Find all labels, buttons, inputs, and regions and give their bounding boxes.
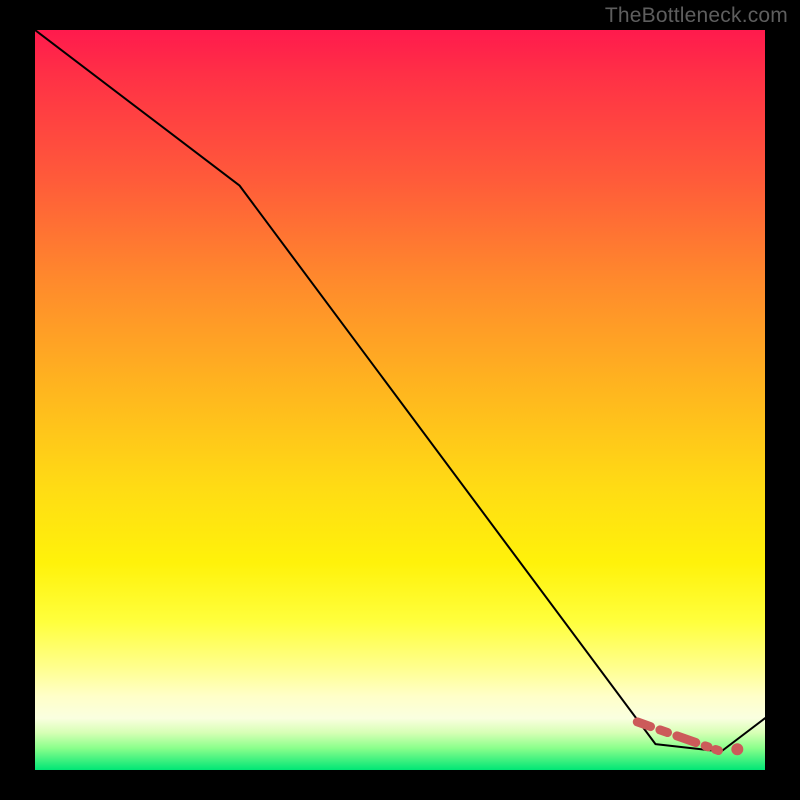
chart-overlay <box>35 30 765 770</box>
chart-stage: TheBottleneck.com <box>0 0 800 800</box>
highlight-end-dot <box>731 743 743 755</box>
watermark-text: TheBottleneck.com <box>605 4 788 28</box>
main-curve <box>35 30 765 752</box>
plot-area <box>35 30 765 770</box>
